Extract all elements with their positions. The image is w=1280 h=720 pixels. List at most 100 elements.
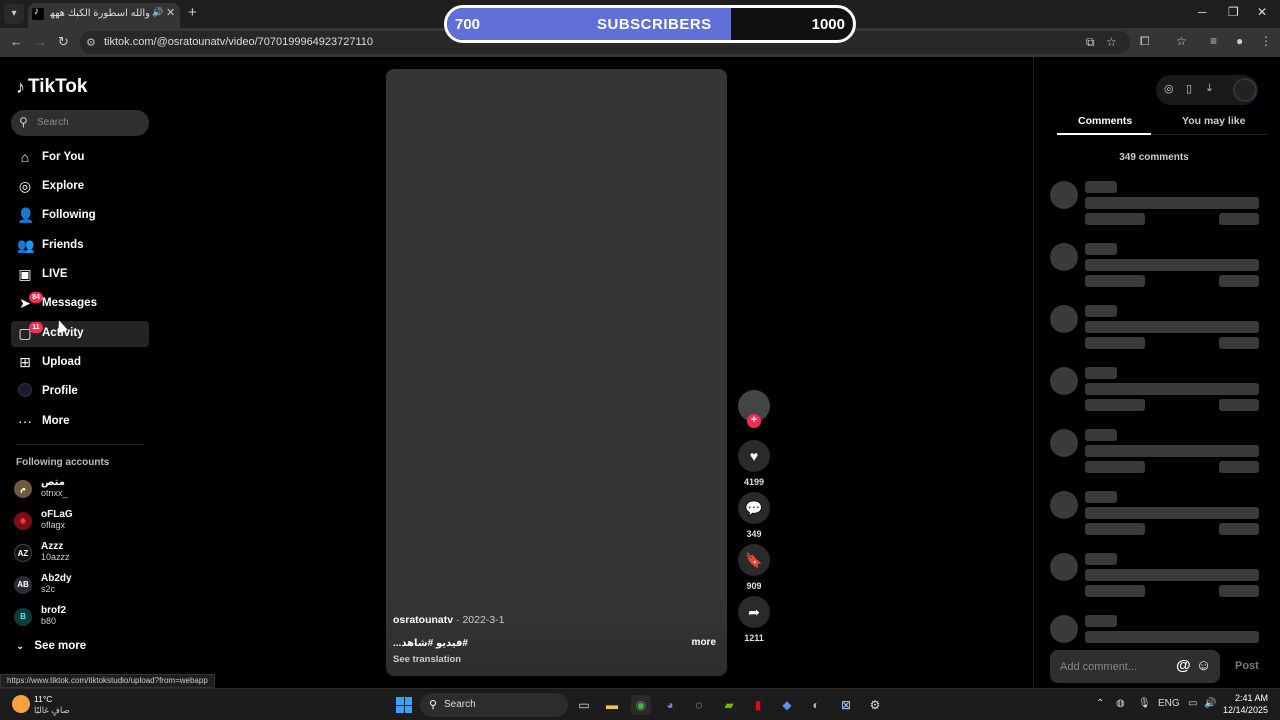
nav-following[interactable]: 👤 Following (11, 203, 149, 229)
install-app-icon[interactable]: ⧉ (1086, 35, 1095, 50)
task-view-icon[interactable]: ▭ (574, 695, 594, 715)
active-tab-indicator (1057, 133, 1151, 135)
account-avatar: AZ (14, 544, 32, 562)
steam-icon[interactable]: ◐ (806, 695, 826, 715)
site-info-icon[interactable]: ⚙ (86, 36, 96, 49)
download-icon[interactable]: ⤓ (1207, 82, 1212, 95)
share-arrow-icon[interactable]: ➦ (738, 596, 770, 628)
comment-skeleton-avatar (1050, 305, 1078, 333)
profile-icon[interactable]: ● (1236, 34, 1243, 48)
app-diamond-icon[interactable]: ◆ (777, 695, 797, 715)
comment-skeleton-line (1085, 585, 1145, 597)
nav-friends[interactable]: 👥 Friends (11, 233, 149, 259)
windows-start-icon[interactable] (396, 697, 412, 713)
tab-you-may-like[interactable]: You may like (1182, 115, 1245, 127)
like-heart-icon[interactable]: ♥ (738, 440, 770, 472)
nav-messages[interactable]: ➤ 84 Messages (11, 291, 149, 317)
see-more-label: See more (34, 640, 87, 652)
audio-playing-icon[interactable]: 🔊 (152, 7, 163, 18)
weather-icon[interactable] (12, 695, 30, 713)
explore-compass-icon[interactable]: ◎ (1164, 82, 1174, 95)
volume-icon[interactable]: 🔊 (1204, 698, 1216, 709)
bookmark-star-icon[interactable]: ☆ (1106, 35, 1117, 49)
save-count: 909 (746, 581, 762, 591)
comment-skeleton-line (1085, 383, 1259, 395)
discord-icon[interactable]: ◕ (660, 695, 680, 715)
nav-label: Messages (42, 297, 97, 309)
following-account[interactable]: AB Ab2dy s2c (14, 572, 144, 598)
bookmark-icon[interactable]: 🔖 (738, 544, 770, 576)
comment-skeleton-avatar (1050, 553, 1078, 581)
post-button[interactable]: Post (1235, 660, 1259, 672)
comment-skeleton-line (1085, 337, 1145, 349)
phone-app-icon[interactable]: ▯ (1186, 82, 1192, 95)
nav-explore[interactable]: ◎ Explore (11, 174, 149, 200)
clock-time[interactable]: 2:41 AM (1232, 693, 1268, 703)
user-avatar[interactable] (1233, 78, 1257, 102)
profile-avatar-icon (17, 383, 33, 400)
microphone-icon[interactable]: 🎙 (1138, 698, 1151, 709)
nav-for-you[interactable]: ⌂ For You (11, 145, 149, 171)
nav-upload[interactable]: ⊞ Upload (11, 350, 149, 376)
minimize-icon[interactable]: ─ (1198, 5, 1207, 19)
nav-profile[interactable]: Profile (11, 379, 149, 405)
following-account[interactable]: ◉ oFLaG oflagx (14, 508, 144, 534)
extensions-icon[interactable]: ⧠ (1140, 34, 1150, 49)
video-author-line[interactable]: osratounatv · 2022-3-1 (393, 614, 504, 626)
subscriber-current: 700 (455, 16, 481, 33)
windows-taskbar: 11°C صافٍ غالبًا ⚲ Search ▭ ▬ ◉ ◕ ◌ ▰ ▮ … (0, 688, 1280, 720)
see-more-button[interactable]: ⌄ See more (16, 640, 86, 652)
video-player[interactable]: osratounatv · 2022-3-1 #فيديو #شاهد... m… (386, 69, 727, 676)
netflix-icon[interactable]: ▮ (748, 695, 768, 715)
comment-skeleton-line (1085, 321, 1259, 333)
search-input[interactable]: ⚲ Search (11, 110, 149, 136)
back-icon[interactable]: ← (10, 34, 23, 49)
following-account[interactable]: م متص otnxx_ (14, 476, 144, 502)
follow-plus-icon[interactable]: + (747, 414, 761, 428)
menu-dots-icon[interactable]: ⋮ (1260, 34, 1272, 48)
following-account[interactable]: B brof2 b80 (14, 604, 144, 630)
see-translation-link[interactable]: See translation (393, 654, 461, 665)
forward-icon[interactable]: → (34, 34, 47, 49)
account-name: متص (41, 477, 65, 488)
following-account[interactable]: AZ Azzz 10azzz (14, 540, 144, 566)
bookmarks-icon[interactable]: ☆ (1176, 34, 1187, 48)
reload-icon[interactable]: ↻ (58, 34, 69, 50)
emoji-icon[interactable]: ☺ (1196, 657, 1211, 674)
tab-search-button[interactable]: ▾ (4, 4, 24, 24)
comment-bubble-icon[interactable]: 💬 (738, 492, 770, 524)
xbox-icon[interactable]: ⊠ (836, 695, 856, 715)
new-tab-button[interactable]: + (188, 4, 197, 22)
network-icon[interactable]: ▭ (1188, 698, 1197, 709)
comment-skeleton-line (1085, 259, 1259, 271)
mention-at-icon[interactable]: @ (1176, 657, 1191, 674)
taskbar-search[interactable]: ⚲ Search (420, 693, 568, 717)
browser-tab[interactable]: والله اسطورة الكبك هههههه 🔊 ✕ (28, 3, 180, 28)
nav-more[interactable]: ··· More (11, 409, 149, 435)
window-close-icon[interactable]: ✕ (1257, 5, 1267, 19)
settings-gear-icon[interactable]: ⚙ (865, 695, 885, 715)
reading-list-icon[interactable]: ≡ (1210, 34, 1217, 48)
add-comment-input[interactable]: Add comment... @ ☺ (1050, 650, 1220, 683)
app-icon[interactable]: ◌ (689, 695, 709, 715)
comment-skeleton-line (1219, 585, 1259, 597)
panel-toolbar: ◎ ▯ ⤓ (1156, 75, 1258, 105)
taskbar-search-label: Search (444, 699, 476, 710)
maximize-icon[interactable]: ❐ (1228, 5, 1239, 19)
tray-chevron-icon[interactable]: ⌃ (1096, 698, 1104, 709)
tab-comments[interactable]: Comments (1078, 115, 1132, 127)
caption-more-button[interactable]: more (692, 637, 716, 648)
clock-date[interactable]: 12/14/2025 (1222, 705, 1268, 715)
language-indicator[interactable]: ENG (1158, 698, 1180, 709)
comment-skeleton-line (1085, 523, 1145, 535)
chrome-icon[interactable]: ◉ (631, 695, 651, 715)
tiktok-logo[interactable]: ♪ TikTok (16, 76, 87, 98)
nav-activity[interactable]: ▢ 11 Activity (11, 321, 149, 347)
following-user-icon: 👤 (17, 207, 35, 223)
comments-count: 349 comments (1119, 152, 1189, 163)
file-explorer-icon[interactable]: ▬ (602, 695, 622, 715)
tab-close-icon[interactable]: ✕ (166, 6, 175, 19)
nvidia-icon[interactable]: ▰ (719, 695, 739, 715)
tray-app-icon[interactable]: ◍ (1116, 698, 1125, 709)
nav-live[interactable]: ▣ LIVE (11, 262, 149, 288)
